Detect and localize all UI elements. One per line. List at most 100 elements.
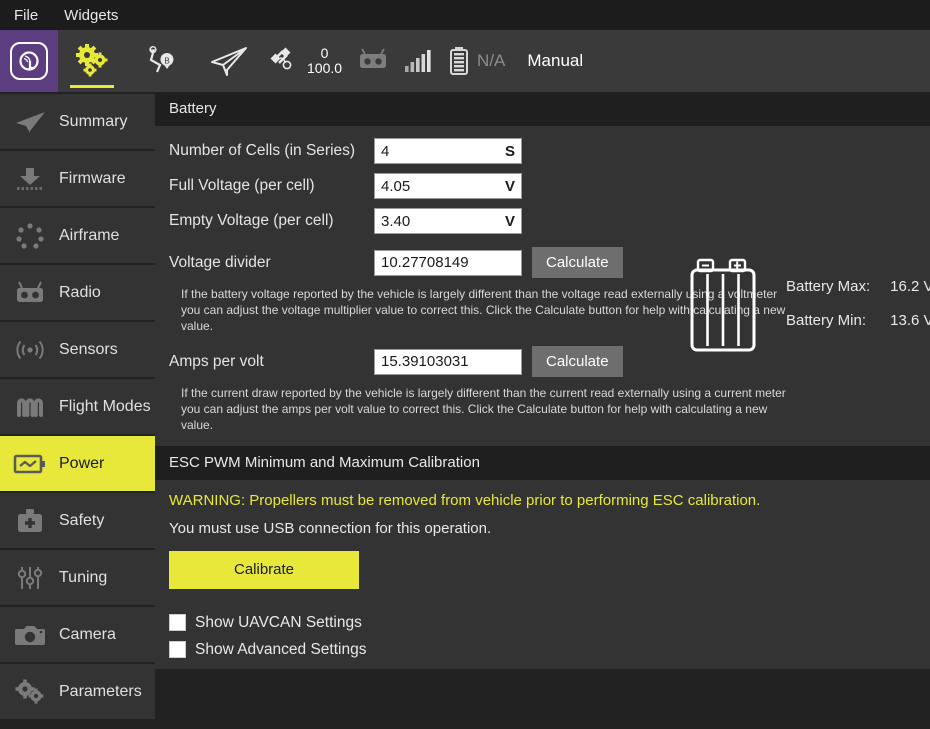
full-voltage-unit: V <box>499 178 515 195</box>
empty-voltage-unit: V <box>499 213 515 230</box>
toolbar-rc-indicator[interactable] <box>350 30 396 92</box>
battery-max-value: 16.2 V <box>890 278 930 295</box>
sidebar-label-radio: Radio <box>59 284 101 302</box>
voltage-divider-calculate-button[interactable]: Calculate <box>532 247 623 278</box>
satellite-icon <box>270 46 300 76</box>
sliders-icon <box>12 563 48 593</box>
menu-bar: File Widgets <box>0 0 930 30</box>
esc-section-title: ESC PWM Minimum and Maximum Calibration <box>155 446 930 480</box>
battery-bolt-icon <box>12 449 48 479</box>
battery-visual-group: Battery Max: 16.2 V Battery Min: 13.6 V <box>688 258 930 354</box>
toolbar-telemetry-indicator[interactable] <box>396 30 440 92</box>
empty-voltage-value: 3.40 <box>381 213 499 230</box>
camera-icon <box>12 620 48 650</box>
sensor-waves-icon <box>12 335 48 365</box>
toolbar-plan-view-button[interactable]: B <box>126 30 194 92</box>
sidebar-label-tuning: Tuning <box>59 569 107 587</box>
label-full-voltage: Full Voltage (per cell) <box>169 177 374 195</box>
full-voltage-value: 4.05 <box>381 178 499 195</box>
flight-mode-selector[interactable]: Manual <box>513 30 597 92</box>
signal-bars-icon <box>404 48 432 74</box>
paper-plane-icon <box>206 44 250 78</box>
show-advanced-label: Show Advanced Settings <box>195 641 366 659</box>
sidebar-label-firmware: Firmware <box>59 170 126 188</box>
field-row-empty-voltage: Empty Voltage (per cell) 3.40 V <box>169 208 916 234</box>
sidebar-label-summary: Summary <box>59 113 127 131</box>
label-number-of-cells: Number of Cells (in Series) <box>169 142 374 160</box>
gps-hdop-value: 100.0 <box>307 61 342 76</box>
cells-unit: S <box>499 143 515 160</box>
cells-value: 4 <box>381 143 499 160</box>
sidebar-item-summary[interactable]: Summary <box>0 94 155 149</box>
show-uavcan-label: Show UAVCAN Settings <box>195 614 362 632</box>
label-empty-voltage: Empty Voltage (per cell) <box>169 212 374 230</box>
battery-min-row: Battery Min: 13.6 V <box>786 312 930 329</box>
show-uavcan-settings-row[interactable]: Show UAVCAN Settings <box>155 614 930 632</box>
empty-voltage-input[interactable]: 3.40 V <box>374 208 522 234</box>
battery-section-body: Number of Cells (in Series) 4 S Full Vol… <box>155 126 930 446</box>
menu-item-widgets[interactable]: Widgets <box>60 5 122 26</box>
voltage-divider-input[interactable]: 10.27708149 <box>374 250 522 276</box>
field-row-cells: Number of Cells (in Series) 4 S <box>169 138 916 164</box>
battery-cells-icon <box>688 258 764 354</box>
sidebar-item-camera[interactable]: Camera <box>0 607 155 662</box>
voltage-divider-value: 10.27708149 <box>381 254 515 271</box>
sidebar-item-parameters[interactable]: Parameters <box>0 664 155 719</box>
toolbar-battery-indicator[interactable]: N/A <box>440 30 513 92</box>
toolbar-gps-indicator[interactable]: 0 100.0 <box>262 30 350 92</box>
menu-item-file[interactable]: File <box>10 5 42 26</box>
esc-section-body: WARNING: Propellers must be removed from… <box>155 480 930 599</box>
amps-per-volt-input[interactable]: 15.39103031 <box>374 349 522 375</box>
label-voltage-divider: Voltage divider <box>169 254 374 272</box>
sidebar-label-airframe: Airframe <box>59 227 119 245</box>
field-row-full-voltage: Full Voltage (per cell) 4.05 V <box>169 173 916 199</box>
sidebar-label-parameters: Parameters <box>59 683 142 701</box>
battery-min-label: Battery Min: <box>786 312 886 329</box>
full-voltage-input[interactable]: 4.05 V <box>374 173 522 199</box>
sidebar-item-radio[interactable]: Radio <box>0 265 155 320</box>
setup-sidebar: Summary Firmware <box>0 92 155 729</box>
label-amps-per-volt: Amps per volt <box>169 353 374 371</box>
qgc-logo-icon <box>10 42 48 80</box>
paper-plane-icon <box>12 107 48 137</box>
rc-controller-icon <box>358 48 388 74</box>
battery-value: N/A <box>477 51 505 71</box>
battery-section-title: Battery <box>155 92 930 126</box>
main-toolbar: B 0 100.0 <box>0 30 930 92</box>
sidebar-item-sensors[interactable]: Sensors <box>0 322 155 377</box>
sidebar-label-flight-modes: Flight Modes <box>59 398 151 416</box>
amps-per-volt-calculate-button[interactable]: Calculate <box>532 346 623 377</box>
gps-satellite-count: 0 <box>321 46 329 61</box>
sidebar-label-safety: Safety <box>59 512 104 530</box>
sidebar-item-power[interactable]: Power <box>0 436 155 491</box>
sidebar-item-tuning[interactable]: Tuning <box>0 550 155 605</box>
esc-usb-note: You must use USB connection for this ope… <box>169 520 916 537</box>
show-advanced-settings-row[interactable]: Show Advanced Settings <box>155 641 930 659</box>
qgc-logo-button[interactable] <box>0 30 58 92</box>
gears-icon <box>12 677 48 707</box>
amps-per-volt-value: 15.39103031 <box>381 353 515 370</box>
sidebar-item-airframe[interactable]: Airframe <box>0 208 155 263</box>
cells-input[interactable]: 4 S <box>374 138 522 164</box>
battery-min-value: 13.6 V <box>890 312 930 329</box>
show-uavcan-checkbox[interactable] <box>169 614 186 631</box>
battery-max-row: Battery Max: 16.2 V <box>786 278 930 295</box>
download-icon <box>12 164 48 194</box>
sidebar-label-camera: Camera <box>59 626 116 644</box>
sidebar-label-sensors: Sensors <box>59 341 118 359</box>
sidebar-item-firmware[interactable]: Firmware <box>0 151 155 206</box>
sidebar-item-safety[interactable]: Safety <box>0 493 155 548</box>
svg-text:B: B <box>164 57 169 66</box>
power-settings-panel: Battery Number of Cells (in Series) 4 S … <box>155 92 930 729</box>
battery-max-label: Battery Max: <box>786 278 886 295</box>
esc-warning-text: WARNING: Propellers must be removed from… <box>169 492 916 509</box>
esc-calibrate-button[interactable]: Calibrate <box>169 551 359 589</box>
battery-readout: Battery Max: 16.2 V Battery Min: 13.6 V <box>786 258 930 346</box>
sidebar-item-flight-modes[interactable]: Flight Modes <box>0 379 155 434</box>
plan-waypoints-icon: B <box>140 44 180 78</box>
options-area: Show UAVCAN Settings Show Advanced Setti… <box>155 599 930 669</box>
show-advanced-checkbox[interactable] <box>169 641 186 658</box>
toolbar-vehicle-setup-button[interactable] <box>58 30 126 92</box>
toolbar-fly-view-button[interactable] <box>194 30 262 92</box>
gears-icon <box>72 44 112 78</box>
